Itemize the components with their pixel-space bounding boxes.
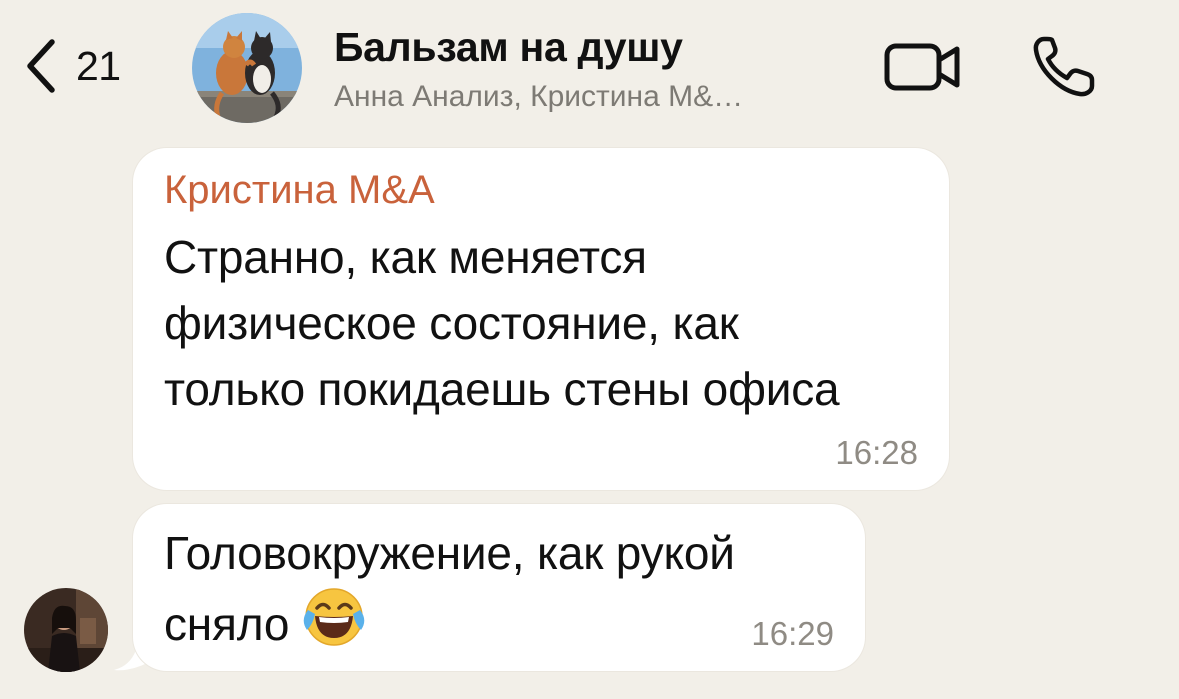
video-camera-icon bbox=[884, 43, 960, 91]
message-bubble[interactable]: Кристина M&A Странно, как меняется физич… bbox=[133, 148, 949, 490]
face-with-tears-of-joy-icon bbox=[303, 586, 365, 648]
chat-members: Анна Анализ, Кристина М&… bbox=[334, 80, 744, 113]
message-time: 16:29 bbox=[751, 615, 834, 652]
group-avatar[interactable] bbox=[192, 13, 302, 123]
chat-title: Бальзам на душу bbox=[334, 24, 683, 70]
message-line: физическое состояние, как bbox=[164, 297, 739, 349]
sender-name[interactable]: Кристина M&A bbox=[164, 166, 435, 214]
voice-call-button[interactable] bbox=[1030, 34, 1098, 100]
chat-header: 21 Бальзам на душу Анна Анализ, Кристина… bbox=[0, 0, 1179, 135]
message-line: Странно, как меняется bbox=[164, 231, 647, 283]
message-text: Странно, как меняется физическое состоян… bbox=[164, 224, 840, 422]
chevron-left-icon bbox=[27, 39, 55, 93]
video-call-button[interactable] bbox=[882, 38, 964, 96]
message-line: Головокружение, как рукой bbox=[164, 527, 735, 579]
chat-title-area[interactable]: Бальзам на душу Анна Анализ, Кристина М&… bbox=[334, 22, 864, 117]
message-bubble[interactable]: Головокружение, как рукой сняло 16:29 bbox=[133, 504, 865, 671]
phone-icon bbox=[1033, 36, 1095, 97]
message-line: только покидаешь стены офиса bbox=[164, 363, 840, 415]
message-time: 16:28 bbox=[835, 434, 918, 471]
message-line: сняло bbox=[164, 586, 735, 657]
message-line-text: сняло bbox=[164, 598, 290, 650]
unread-count: 21 bbox=[76, 42, 121, 89]
sender-avatar[interactable] bbox=[24, 588, 108, 672]
back-button[interactable]: 21 bbox=[22, 36, 162, 96]
message-text: Головокружение, как рукой сняло bbox=[164, 520, 735, 657]
